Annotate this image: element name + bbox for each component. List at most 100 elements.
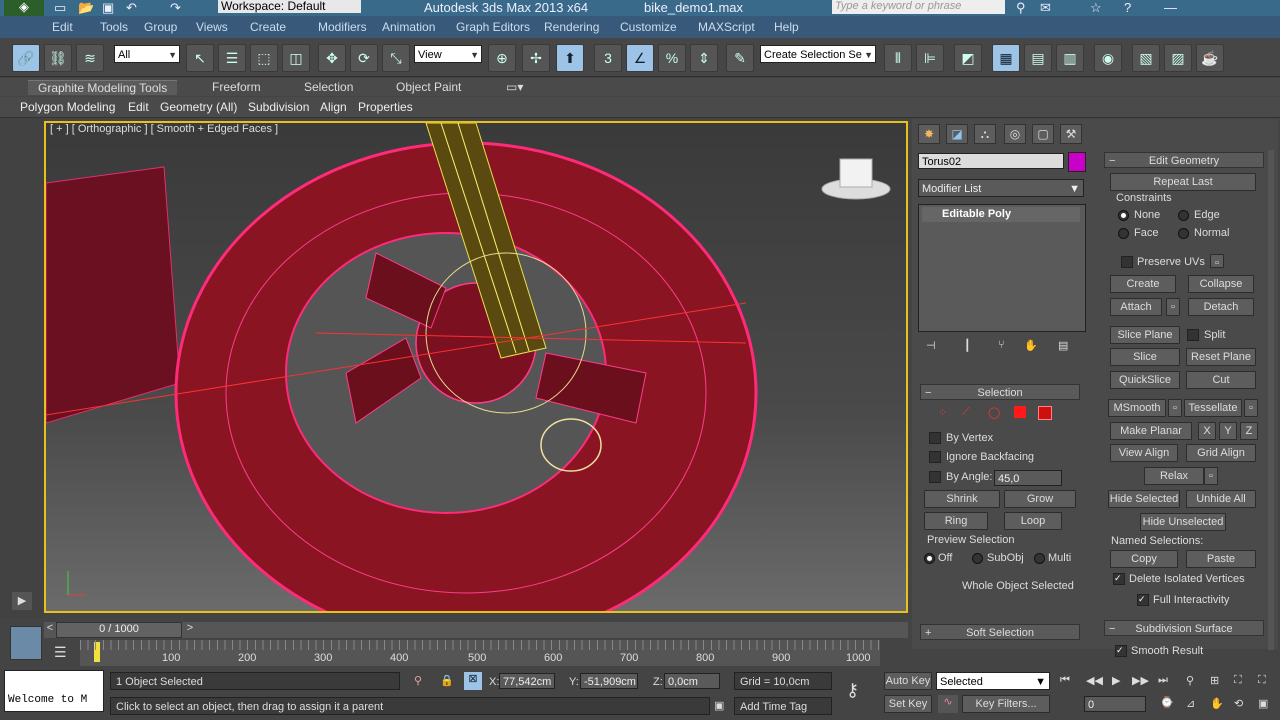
reset-plane-button[interactable]: Reset Plane bbox=[1186, 348, 1256, 366]
graphite-toggle-icon[interactable]: ▦ bbox=[992, 44, 1020, 72]
render-production-icon[interactable]: ☕ bbox=[1196, 44, 1224, 72]
tab-graphite-modeling-tools[interactable]: Graphite Modeling Tools bbox=[28, 80, 178, 95]
mini-curve-editor-icon[interactable] bbox=[10, 626, 42, 660]
workspace-dropdown[interactable]: Workspace: Default bbox=[218, 0, 361, 13]
selection-filter-dropdown[interactable]: All ▼ bbox=[114, 45, 180, 63]
binoculars-icon[interactable]: ⚲ bbox=[1016, 0, 1026, 16]
stack-item-editable-poly[interactable]: Editable Poly bbox=[922, 207, 1080, 222]
minimize-button[interactable]: — bbox=[1164, 0, 1177, 15]
menu-views[interactable]: Views bbox=[196, 20, 228, 34]
reference-coord-dropdown[interactable]: View ▼ bbox=[414, 45, 482, 63]
schematic-view-icon[interactable]: ▥ bbox=[1056, 44, 1084, 72]
bind-space-warp-icon[interactable]: ≋ bbox=[76, 44, 104, 72]
relax-button[interactable]: Relax bbox=[1144, 467, 1204, 485]
panel-properties[interactable]: Properties bbox=[358, 100, 413, 114]
slice-plane-button[interactable]: Slice Plane bbox=[1110, 326, 1180, 344]
menu-group[interactable]: Group bbox=[144, 20, 177, 34]
smooth-result-checkbox[interactable]: ✓ bbox=[1115, 645, 1127, 657]
configure-sets-icon[interactable]: ▤ bbox=[1058, 339, 1068, 352]
create-button[interactable]: Create bbox=[1110, 275, 1176, 293]
z-coordinate-field[interactable]: 0,0cm bbox=[664, 673, 720, 689]
constraint-normal-radio[interactable] bbox=[1178, 228, 1189, 239]
repeat-last-button[interactable]: Repeat Last bbox=[1110, 173, 1256, 191]
quickslice-button[interactable]: QuickSlice bbox=[1110, 371, 1180, 389]
grid-align-button[interactable]: Grid Align bbox=[1186, 444, 1256, 462]
orbit-icon[interactable]: ⟲ bbox=[1234, 697, 1243, 710]
tab-freeform[interactable]: Freeform bbox=[212, 80, 261, 94]
panel-polygon-modeling[interactable]: Polygon Modeling bbox=[20, 100, 115, 114]
constraint-none-radio[interactable] bbox=[1118, 210, 1129, 221]
command-panel-scrollbar[interactable] bbox=[1268, 150, 1274, 650]
preview-subobj-radio[interactable] bbox=[972, 553, 983, 564]
time-slider-next[interactable]: > bbox=[184, 622, 196, 638]
element-level-icon[interactable] bbox=[1038, 406, 1052, 420]
preserve-uvs-settings-button[interactable]: ▫ bbox=[1210, 254, 1224, 269]
menu-rendering[interactable]: Rendering bbox=[544, 20, 599, 34]
planar-y-button[interactable]: Y bbox=[1219, 422, 1237, 440]
preserve-uvs-checkbox[interactable] bbox=[1121, 256, 1133, 268]
snaps-toggle-icon[interactable]: 3 bbox=[594, 44, 622, 72]
undo-icon[interactable]: ↶ bbox=[126, 0, 137, 16]
set-key-button[interactable]: Set Key bbox=[884, 695, 932, 713]
panel-subdivision[interactable]: Subdivision bbox=[248, 100, 309, 114]
menu-create[interactable]: Create bbox=[250, 20, 286, 34]
ring-button[interactable]: Ring bbox=[924, 512, 988, 530]
constraint-face-radio[interactable] bbox=[1118, 228, 1129, 239]
planar-x-button[interactable]: X bbox=[1198, 422, 1216, 440]
default-in-out-tangents-icon[interactable]: ∿ bbox=[938, 695, 958, 713]
key-mode-dropdown[interactable]: Selected ▼ bbox=[936, 672, 1050, 690]
go-to-start-icon[interactable]: ⏮ bbox=[1060, 674, 1070, 687]
zoom-extents-all-icon[interactable]: ⛶ bbox=[1258, 674, 1266, 687]
communication-icon[interactable]: ✉ bbox=[1040, 0, 1051, 16]
quick-access-save-icon[interactable]: ▣ bbox=[102, 0, 114, 16]
favorites-icon[interactable]: ☆ bbox=[1090, 0, 1102, 16]
quick-access-open-icon[interactable]: 📂 bbox=[78, 0, 94, 16]
field-of-view-icon[interactable]: ⊿ bbox=[1186, 697, 1195, 710]
spinner-snap-icon[interactable]: ⇕ bbox=[690, 44, 718, 72]
tessellate-button[interactable]: Tessellate bbox=[1184, 399, 1242, 417]
tab-selection[interactable]: Selection bbox=[304, 80, 353, 94]
viewport-label[interactable]: [ + ] [ Orthographic ] [ Smooth + Edged … bbox=[50, 123, 278, 135]
time-tag-icon[interactable]: ▣ bbox=[714, 699, 724, 712]
zoom-icon[interactable]: ⚲ bbox=[1186, 674, 1194, 687]
full-interactivity-checkbox[interactable]: ✓ bbox=[1137, 594, 1149, 606]
constraint-edge-radio[interactable] bbox=[1178, 210, 1189, 221]
layer-manager-icon[interactable]: ◩ bbox=[954, 44, 982, 72]
y-coordinate-field[interactable]: -51,909cm bbox=[580, 673, 638, 689]
render-setup-icon[interactable]: ▧ bbox=[1132, 44, 1160, 72]
planar-z-button[interactable]: Z bbox=[1240, 422, 1258, 440]
object-name-field[interactable]: Torus02 bbox=[918, 153, 1064, 169]
menu-modifiers[interactable]: Modifiers bbox=[318, 20, 367, 34]
vertex-level-icon[interactable]: ⁘ bbox=[938, 406, 947, 419]
play-icon[interactable]: ▶ bbox=[1112, 674, 1120, 687]
panel-edit[interactable]: Edit bbox=[128, 100, 149, 114]
selection-rollout-header[interactable]: − Selection bbox=[920, 384, 1080, 400]
maximize-viewport-icon[interactable]: ▣ bbox=[1258, 697, 1268, 710]
zoom-all-icon[interactable]: ⊞ bbox=[1210, 674, 1219, 687]
shrink-button[interactable]: Shrink bbox=[924, 490, 1000, 508]
loop-button[interactable]: Loop bbox=[1004, 512, 1062, 530]
select-by-name-icon[interactable]: ☰ bbox=[218, 44, 246, 72]
remove-modifier-icon[interactable]: ✋ bbox=[1024, 339, 1038, 352]
quick-access-new-icon[interactable]: ▭ bbox=[54, 0, 66, 16]
msmooth-button[interactable]: MSmooth bbox=[1108, 399, 1166, 417]
perspective-viewport[interactable] bbox=[44, 121, 908, 613]
copy-button[interactable]: Copy bbox=[1110, 550, 1178, 568]
hierarchy-tab-icon[interactable]: ⛬ bbox=[974, 124, 996, 144]
create-tab-icon[interactable]: ✸ bbox=[918, 124, 940, 144]
angle-spinner[interactable]: 45,0 bbox=[994, 470, 1062, 486]
edge-level-icon[interactable]: ⟋ bbox=[962, 406, 970, 419]
edit-geometry-rollout-header[interactable]: − Edit Geometry bbox=[1104, 152, 1264, 168]
show-end-result-icon[interactable]: ┃ bbox=[964, 339, 971, 352]
by-angle-checkbox[interactable] bbox=[929, 471, 941, 483]
collapse-button[interactable]: Collapse bbox=[1188, 275, 1254, 293]
motion-tab-icon[interactable]: ◎ bbox=[1004, 124, 1026, 144]
attach-list-button[interactable]: ▫ bbox=[1166, 298, 1180, 316]
modifier-list-dropdown[interactable]: Modifier List ▼ bbox=[918, 179, 1084, 197]
rotate-icon[interactable]: ⟳ bbox=[350, 44, 378, 72]
view-align-button[interactable]: View Align bbox=[1110, 444, 1178, 462]
rendered-frame-window-icon[interactable]: ▨ bbox=[1164, 44, 1192, 72]
scale-icon[interactable]: ⤡ bbox=[382, 44, 410, 72]
object-color-swatch[interactable] bbox=[1068, 152, 1086, 172]
menu-edit[interactable]: Edit bbox=[52, 20, 73, 34]
